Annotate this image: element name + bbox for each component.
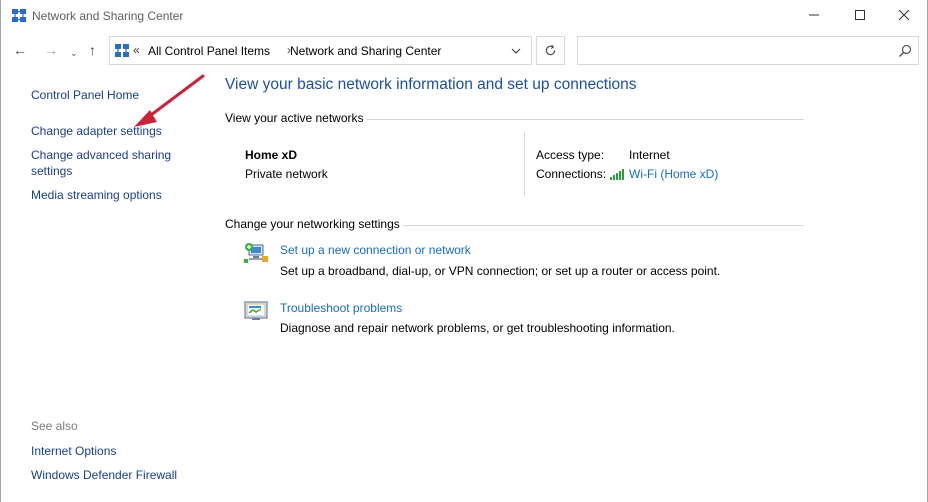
address-bar[interactable]: « All Control Panel Items › Network and … <box>109 36 532 65</box>
network-type: Private network <box>245 167 328 181</box>
search-input[interactable] <box>578 37 888 64</box>
troubleshoot-icon <box>244 301 268 320</box>
networking-settings-heading: Change your networking settings <box>225 217 400 231</box>
recent-locations-button[interactable]: ⌄ <box>70 45 78 61</box>
wifi-signal-icon <box>610 169 624 180</box>
maximize-button[interactable] <box>837 0 883 30</box>
sidebar-item-control-panel-home[interactable]: Control Panel Home <box>31 87 139 103</box>
sidebar-item-media-streaming-options[interactable]: Media streaming options <box>31 187 162 203</box>
sidebar-item-windows-defender-firewall[interactable]: Windows Defender Firewall <box>31 467 177 483</box>
address-overflow-chevron[interactable]: « <box>133 43 140 57</box>
network-divider <box>524 132 525 196</box>
sidebar-item-change-advanced-sharing-line2[interactable]: settings <box>31 163 72 179</box>
troubleshoot-problems-link[interactable]: Troubleshoot problems <box>280 301 402 315</box>
sidebar-item-change-adapter-settings[interactable]: Change adapter settings <box>31 123 162 139</box>
minimize-icon <box>809 14 819 16</box>
page-title: View your basic network information and … <box>225 76 637 93</box>
sidebar-item-internet-options[interactable]: Internet Options <box>31 443 116 459</box>
set-up-new-connection-description: Set up a broadband, dial-up, or VPN conn… <box>280 264 721 278</box>
access-type-label: Access type: <box>536 148 605 162</box>
troubleshoot-problems-description: Diagnose and repair network problems, or… <box>280 321 675 335</box>
chevron-down-icon[interactable] <box>510 45 522 57</box>
refresh-icon <box>545 44 556 56</box>
search-icon[interactable] <box>898 44 912 58</box>
up-button[interactable]: ↑ <box>89 42 96 58</box>
sidebar-item-change-advanced-sharing[interactable]: Change advanced sharing <box>31 147 171 163</box>
connections-label: Connections: <box>536 167 607 181</box>
breadcrumb-network-sharing-center[interactable]: Network and Sharing Center <box>290 44 441 58</box>
close-icon <box>899 10 909 20</box>
maximize-icon <box>855 10 865 20</box>
network-name: Home xD <box>245 148 298 162</box>
set-up-new-connection-link[interactable]: Set up a new connection or network <box>280 243 471 257</box>
window-title: Network and Sharing Center <box>32 9 184 23</box>
see-also-heading: See also <box>31 419 78 433</box>
forward-button[interactable]: → <box>44 42 58 58</box>
title-bar: Network and Sharing Center <box>1 0 927 32</box>
wifi-connection-link[interactable]: Wi-Fi (Home xD) <box>629 167 718 181</box>
search-box[interactable] <box>577 36 919 65</box>
back-button[interactable]: ← <box>13 42 27 58</box>
refresh-button[interactable] <box>536 36 565 65</box>
control-panel-icon <box>115 44 129 57</box>
breadcrumb-all-control-panel-items[interactable]: All Control Panel Items <box>148 44 270 58</box>
active-networks-heading: View your active networks <box>225 111 364 125</box>
new-connection-icon <box>244 243 268 263</box>
section-divider <box>367 119 804 120</box>
section-divider <box>403 225 804 226</box>
close-button[interactable] <box>881 0 927 30</box>
network-sharing-window: Network and Sharing Center ← → ⌄ ↑ « All… <box>0 0 928 502</box>
minimize-button[interactable] <box>791 0 837 30</box>
access-type-value: Internet <box>629 148 670 162</box>
network-center-icon <box>12 9 26 22</box>
